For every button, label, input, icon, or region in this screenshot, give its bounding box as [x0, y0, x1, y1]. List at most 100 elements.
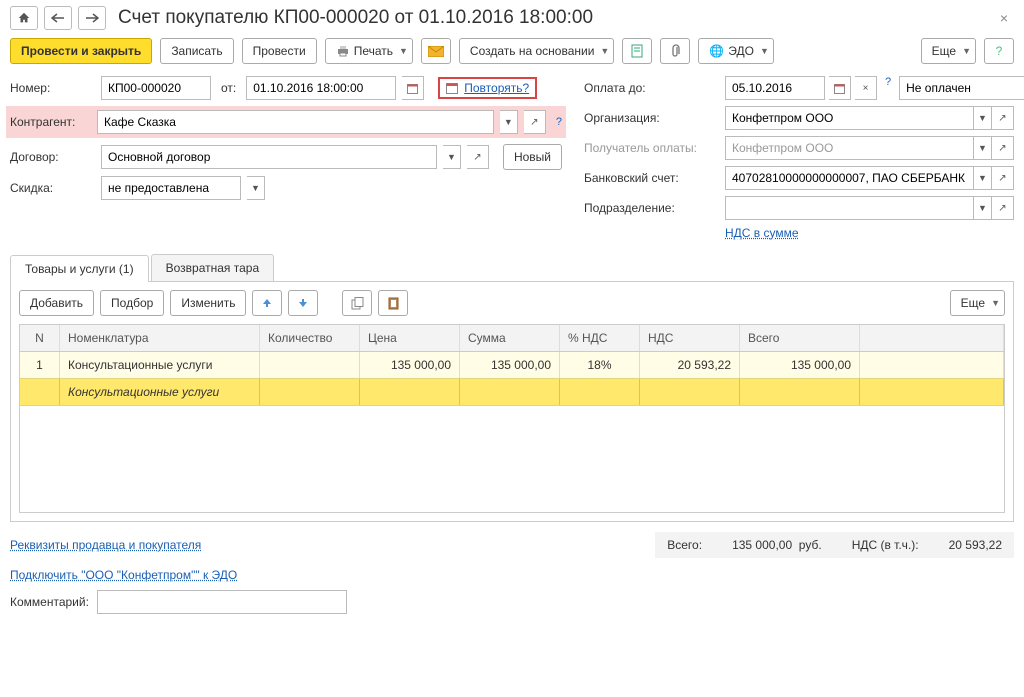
arrow-up-icon — [261, 297, 273, 309]
grid-more-button[interactable]: Еще▼ — [950, 290, 1005, 316]
edo-button[interactable]: 🌐ЭДО▼ — [698, 38, 774, 64]
create-based-button[interactable]: Создать на основании▼ — [459, 38, 614, 64]
totals-box: Всего: 135 000,00 руб. НДС (в т.ч.): 20 … — [655, 532, 1014, 558]
dropdown-button[interactable]: ▼ — [974, 196, 992, 220]
counterparty-input[interactable] — [97, 110, 494, 134]
open-ref-button[interactable]: ↗ — [524, 110, 546, 134]
move-down-button[interactable] — [288, 290, 318, 316]
edo-connect-link[interactable]: Подключить "ООО "Конфетпром"" к ЭДО — [10, 568, 237, 582]
chevron-down-icon: ▼ — [600, 46, 609, 56]
organization-input[interactable] — [725, 106, 974, 130]
dropdown-button[interactable]: ▼ — [974, 136, 992, 160]
forward-button[interactable] — [78, 6, 106, 30]
pick-button[interactable]: Подбор — [100, 290, 164, 316]
comment-label: Комментарий: — [10, 595, 89, 609]
comment-input[interactable] — [97, 590, 347, 614]
organization-label: Организация: — [584, 111, 719, 125]
open-ref-button[interactable]: ↗ — [467, 145, 489, 169]
payee-label: Получатель оплаты: — [584, 141, 719, 155]
discount-label: Скидка: — [10, 181, 95, 195]
table-row[interactable]: 1 Консультационные услуги 135 000,00 135… — [20, 352, 1004, 379]
calendar-button[interactable] — [402, 76, 424, 100]
chevron-down-icon: ▼ — [760, 46, 769, 56]
contract-label: Договор: — [10, 150, 95, 164]
chevron-down-icon: ▼ — [962, 46, 971, 56]
dropdown-button[interactable]: ▼ — [500, 110, 518, 134]
email-button[interactable] — [421, 38, 451, 64]
paste-button[interactable] — [378, 290, 408, 316]
calendar-icon — [446, 82, 458, 94]
dropdown-button[interactable]: ▼ — [974, 106, 992, 130]
globe-icon: 🌐 — [709, 44, 724, 58]
goods-grid: N Номенклатура Количество Цена Сумма % Н… — [19, 324, 1005, 513]
open-ref-button[interactable]: ↗ — [992, 166, 1014, 190]
col-vat[interactable]: НДС — [640, 325, 740, 351]
seller-buyer-link[interactable]: Реквизиты продавца и покупателя — [10, 538, 201, 552]
open-ref-button[interactable]: ↗ — [992, 196, 1014, 220]
home-button[interactable] — [10, 6, 38, 30]
more-button[interactable]: Еще▼ — [921, 38, 976, 64]
subdiv-input[interactable] — [725, 196, 974, 220]
back-button[interactable] — [44, 6, 72, 30]
post-button[interactable]: Провести — [242, 38, 317, 64]
arrow-down-icon — [297, 297, 309, 309]
tab-returnable[interactable]: Возвратная тара — [151, 254, 275, 281]
repeat-link[interactable]: Повторять? — [464, 81, 529, 95]
open-ref-button[interactable]: ↗ — [992, 136, 1014, 160]
col-qty[interactable]: Количество — [260, 325, 360, 351]
table-row[interactable]: Консультационные услуги — [20, 379, 1004, 406]
dropdown-button[interactable]: ▼ — [247, 176, 265, 200]
attach-button[interactable] — [660, 38, 690, 64]
dropdown-button[interactable]: ▼ — [974, 166, 992, 190]
col-vat-pct[interactable]: % НДС — [560, 325, 640, 351]
dropdown-button[interactable]: ▼ — [443, 145, 461, 169]
print-button[interactable]: Печать ▼ — [325, 38, 413, 64]
number-label: Номер: — [10, 81, 95, 95]
vat-in-sum-link[interactable]: НДС в сумме — [725, 226, 799, 240]
help-button[interactable]: ? — [984, 38, 1014, 64]
close-button[interactable]: × — [994, 8, 1014, 28]
page-title: Счет покупателю КП00-000020 от 01.10.201… — [118, 7, 988, 29]
chevron-down-icon: ▼ — [991, 298, 1000, 308]
add-row-button[interactable]: Добавить — [19, 290, 94, 316]
document-icon — [631, 44, 643, 58]
printer-icon — [336, 45, 350, 57]
post-and-close-button[interactable]: Провести и закрыть — [10, 38, 152, 64]
bank-acct-input[interactable] — [725, 166, 974, 190]
paperclip-icon — [670, 44, 680, 58]
move-up-button[interactable] — [252, 290, 282, 316]
calendar-icon — [407, 83, 418, 94]
from-label: от: — [221, 81, 236, 95]
envelope-icon — [428, 46, 444, 57]
paste-icon — [387, 297, 400, 310]
open-ref-button[interactable]: ↗ — [992, 106, 1014, 130]
col-n[interactable]: N — [20, 325, 60, 351]
discount-select[interactable] — [101, 176, 241, 200]
report-button[interactable] — [622, 38, 652, 64]
date-input[interactable] — [246, 76, 396, 100]
help-link[interactable]: ? — [556, 116, 562, 128]
calendar-button[interactable] — [829, 76, 851, 100]
chevron-down-icon: ▼ — [399, 46, 408, 56]
payee-input — [725, 136, 974, 160]
contract-input[interactable] — [101, 145, 437, 169]
new-contract-button[interactable]: Новый — [503, 144, 562, 170]
copy-button[interactable] — [342, 290, 372, 316]
col-sum[interactable]: Сумма — [460, 325, 560, 351]
help-icon: ? — [996, 44, 1003, 58]
edit-row-button[interactable]: Изменить — [170, 290, 246, 316]
col-price[interactable]: Цена — [360, 325, 460, 351]
bank-acct-label: Банковский счет: — [584, 171, 719, 185]
copy-icon — [351, 297, 364, 310]
clear-button[interactable]: × — [855, 76, 877, 100]
help-link[interactable]: ? — [885, 76, 891, 100]
number-input[interactable] — [101, 76, 211, 100]
tab-goods[interactable]: Товары и услуги (1) — [10, 255, 149, 282]
write-button[interactable]: Записать — [160, 38, 233, 64]
pay-until-label: Оплата до: — [584, 81, 719, 95]
col-nomen[interactable]: Номенклатура — [60, 325, 260, 351]
subdiv-label: Подразделение: — [584, 201, 719, 215]
status-select[interactable] — [899, 76, 1024, 100]
pay-until-input[interactable] — [725, 76, 825, 100]
col-total[interactable]: Всего — [740, 325, 860, 351]
